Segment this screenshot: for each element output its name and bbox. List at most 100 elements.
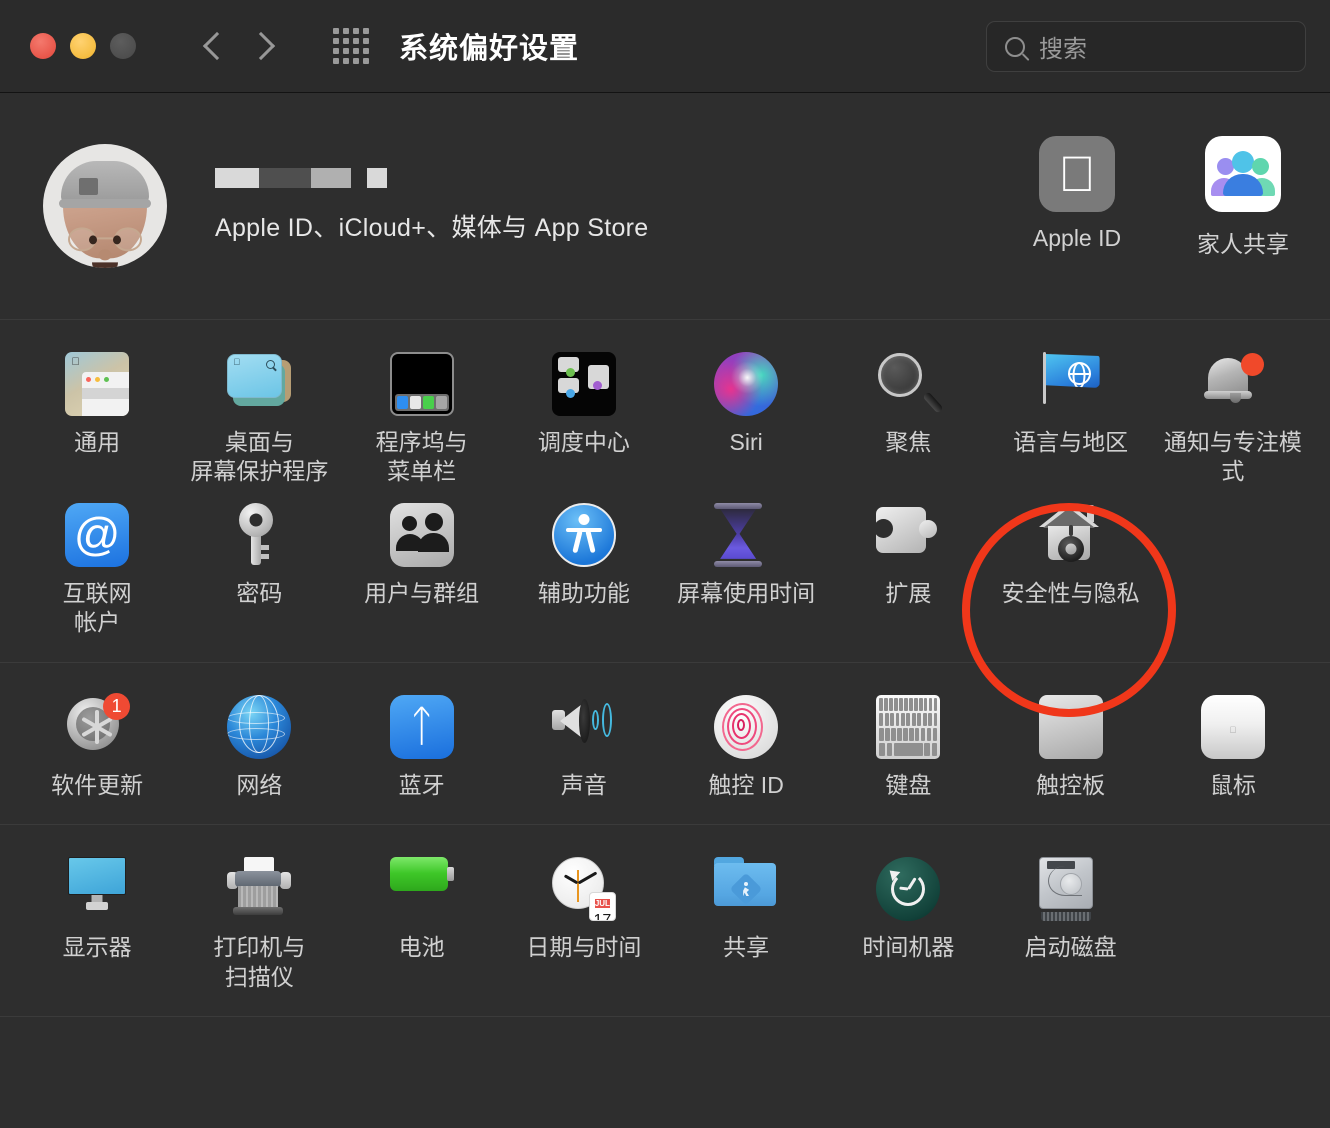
search-placeholder: 搜索 xyxy=(1039,36,1087,63)
pref-label: 通用 xyxy=(74,429,121,455)
pref-startup-disk[interactable]: 启动磁盘 xyxy=(990,851,1152,1002)
pref-label: 打印机与 扫描仪 xyxy=(213,934,306,990)
back-chevron-icon[interactable] xyxy=(198,25,228,67)
search-field[interactable]: 搜索 xyxy=(986,21,1306,72)
apple-id-banner[interactable]: Apple ID、iCloud+、媒体与 App Store  Apple I… xyxy=(0,93,1330,320)
pref-label: 触控板 xyxy=(1036,771,1106,798)
pref-printers-scanners[interactable]: 打印机与 扫描仪 xyxy=(178,851,340,1002)
pref-empty-slot xyxy=(1152,851,1314,1002)
pref-software-update[interactable]: 1 软件更新 xyxy=(16,689,178,810)
mouse-icon xyxy=(1200,694,1265,759)
pref-label: 共享 xyxy=(723,934,770,961)
preferences-section-system: 显示器 打印机与 扫描仪 电池 JUL 17 日期与时间 共享 时间机器 启动磁… xyxy=(0,825,1330,1018)
pref-displays[interactable]: 显示器 xyxy=(16,851,178,1002)
pref-label: 网络 xyxy=(236,771,283,798)
pref-screen-time[interactable]: 屏幕使用时间 xyxy=(665,497,827,648)
passwords-key-icon xyxy=(227,502,291,567)
pref-battery[interactable]: 电池 xyxy=(341,851,503,1002)
pref-bluetooth[interactable]: ᛏ 蓝牙 xyxy=(341,689,503,810)
pref-accessibility[interactable]: 辅助功能 xyxy=(503,497,665,648)
software-update-icon: 1 xyxy=(65,692,131,759)
pref-general[interactable]:  通用 xyxy=(16,346,178,497)
touch-id-icon xyxy=(714,694,779,759)
pref-users-groups[interactable]: 用户与群组 xyxy=(341,497,503,648)
pref-label: 蓝牙 xyxy=(398,771,445,798)
pref-time-machine[interactable]: 时间机器 xyxy=(827,851,989,1002)
preferences-section-personal:  通用 桌面与 屏幕保护程序 程序坞与 菜单栏 xyxy=(0,320,1330,663)
preference-grid-personal:  通用 桌面与 屏幕保护程序 程序坞与 菜单栏 xyxy=(0,346,1330,648)
pref-mission-control[interactable]: 调度中心 xyxy=(503,346,665,497)
pref-label: 时间机器 xyxy=(862,934,955,961)
users-groups-icon xyxy=(389,502,454,567)
apple-id-tile-label: Apple ID xyxy=(1032,225,1122,251)
pref-label: 桌面与 屏幕保护程序 xyxy=(190,429,329,485)
battery-icon xyxy=(389,857,454,921)
screen-time-icon xyxy=(714,502,778,567)
preference-grid-hardware: 1 软件更新 网络 ᛏ 蓝牙 声音 触控 ID 键盘 触控板 鼠标 xyxy=(0,689,1330,810)
pref-network[interactable]: 网络 xyxy=(178,689,340,810)
pref-label: 扩展 xyxy=(885,579,932,606)
update-count-badge: 1 xyxy=(103,692,131,720)
pref-touch-id[interactable]: 触控 ID xyxy=(665,689,827,810)
pref-dock-menubar[interactable]: 程序坞与 菜单栏 xyxy=(341,346,503,497)
pref-date-time[interactable]: JUL 17 日期与时间 xyxy=(503,851,665,1002)
displays-icon xyxy=(65,857,129,921)
calendar-month-label: JUL xyxy=(594,899,610,909)
apple-id-tile[interactable]:  Apple ID xyxy=(1024,136,1130,259)
pref-security-privacy[interactable]: 安全性与隐私 xyxy=(990,497,1152,648)
search-icon xyxy=(1005,36,1025,57)
pref-label: Siri xyxy=(729,429,763,455)
pref-label: 电池 xyxy=(398,934,445,961)
pref-language-region[interactable]: 语言与地区 xyxy=(990,346,1152,497)
window-titlebar: 系统偏好设置 搜索 xyxy=(0,0,1330,93)
notifications-focus-icon xyxy=(1201,352,1265,416)
calendar-day-label: 17 xyxy=(593,912,612,922)
family-sharing-tile[interactable]: 家人共享 xyxy=(1190,136,1296,259)
navigation-buttons xyxy=(198,25,280,67)
notification-badge-dot xyxy=(1240,353,1264,376)
close-button[interactable] xyxy=(30,33,56,59)
account-text-block: Apple ID、iCloud+、媒体与 App Store xyxy=(215,168,649,244)
pref-trackpad[interactable]: 触控板 xyxy=(990,689,1152,810)
pref-spotlight[interactable]: 聚焦 xyxy=(827,346,989,497)
pref-mouse[interactable]: 鼠标 xyxy=(1152,689,1314,810)
show-all-grid-icon[interactable] xyxy=(333,28,369,64)
pref-notifications-focus[interactable]: 通知与专注模式 xyxy=(1152,346,1314,497)
pref-desktop-screensaver[interactable]: 桌面与 屏幕保护程序 xyxy=(178,346,340,497)
pref-label: 触控 ID xyxy=(708,771,784,798)
pref-label: 聚焦 xyxy=(885,429,932,455)
family-sharing-icon xyxy=(1205,136,1281,212)
pref-label: 语言与地区 xyxy=(1013,429,1129,455)
pref-keyboard[interactable]: 键盘 xyxy=(827,689,989,810)
dock-menubar-icon xyxy=(389,352,454,416)
pref-internet-accounts[interactable]: @ 互联网 帐户 xyxy=(16,497,178,648)
sharing-folder-icon xyxy=(714,857,778,921)
pref-label: 显示器 xyxy=(62,934,132,961)
pref-label: 鼠标 xyxy=(1209,771,1256,798)
pref-label: 安全性与隐私 xyxy=(1001,579,1140,606)
pref-siri[interactable]: Siri xyxy=(665,346,827,497)
minimize-button[interactable] xyxy=(70,33,96,59)
pref-label: 声音 xyxy=(560,771,607,798)
pref-label: 互联网 帐户 xyxy=(62,579,132,636)
language-region-icon xyxy=(1039,352,1103,416)
bluetooth-icon: ᛏ xyxy=(389,694,454,759)
page-title: 系统偏好设置 xyxy=(399,33,580,65)
avatar[interactable] xyxy=(43,144,167,268)
pref-sound[interactable]: 声音 xyxy=(503,689,665,810)
mission-control-icon xyxy=(551,352,616,416)
traffic-light-controls xyxy=(30,33,136,59)
internet-accounts-icon: @ xyxy=(65,502,130,567)
pref-passwords[interactable]: 密码 xyxy=(178,497,340,648)
pref-extensions[interactable]: 扩展 xyxy=(827,497,989,648)
startup-disk-icon xyxy=(1038,857,1103,922)
pref-sharing[interactable]: 共享 xyxy=(665,851,827,1002)
forward-chevron-icon[interactable] xyxy=(250,25,280,67)
spotlight-icon xyxy=(876,352,945,416)
pref-label: 通知与专注模式 xyxy=(1163,429,1302,485)
date-time-icon: JUL 17 xyxy=(551,857,616,922)
siri-icon xyxy=(714,352,779,416)
memoji-cap-icon xyxy=(61,161,149,203)
apple-logo-icon:  xyxy=(1039,136,1115,212)
desktop-screensaver-icon xyxy=(227,352,292,416)
